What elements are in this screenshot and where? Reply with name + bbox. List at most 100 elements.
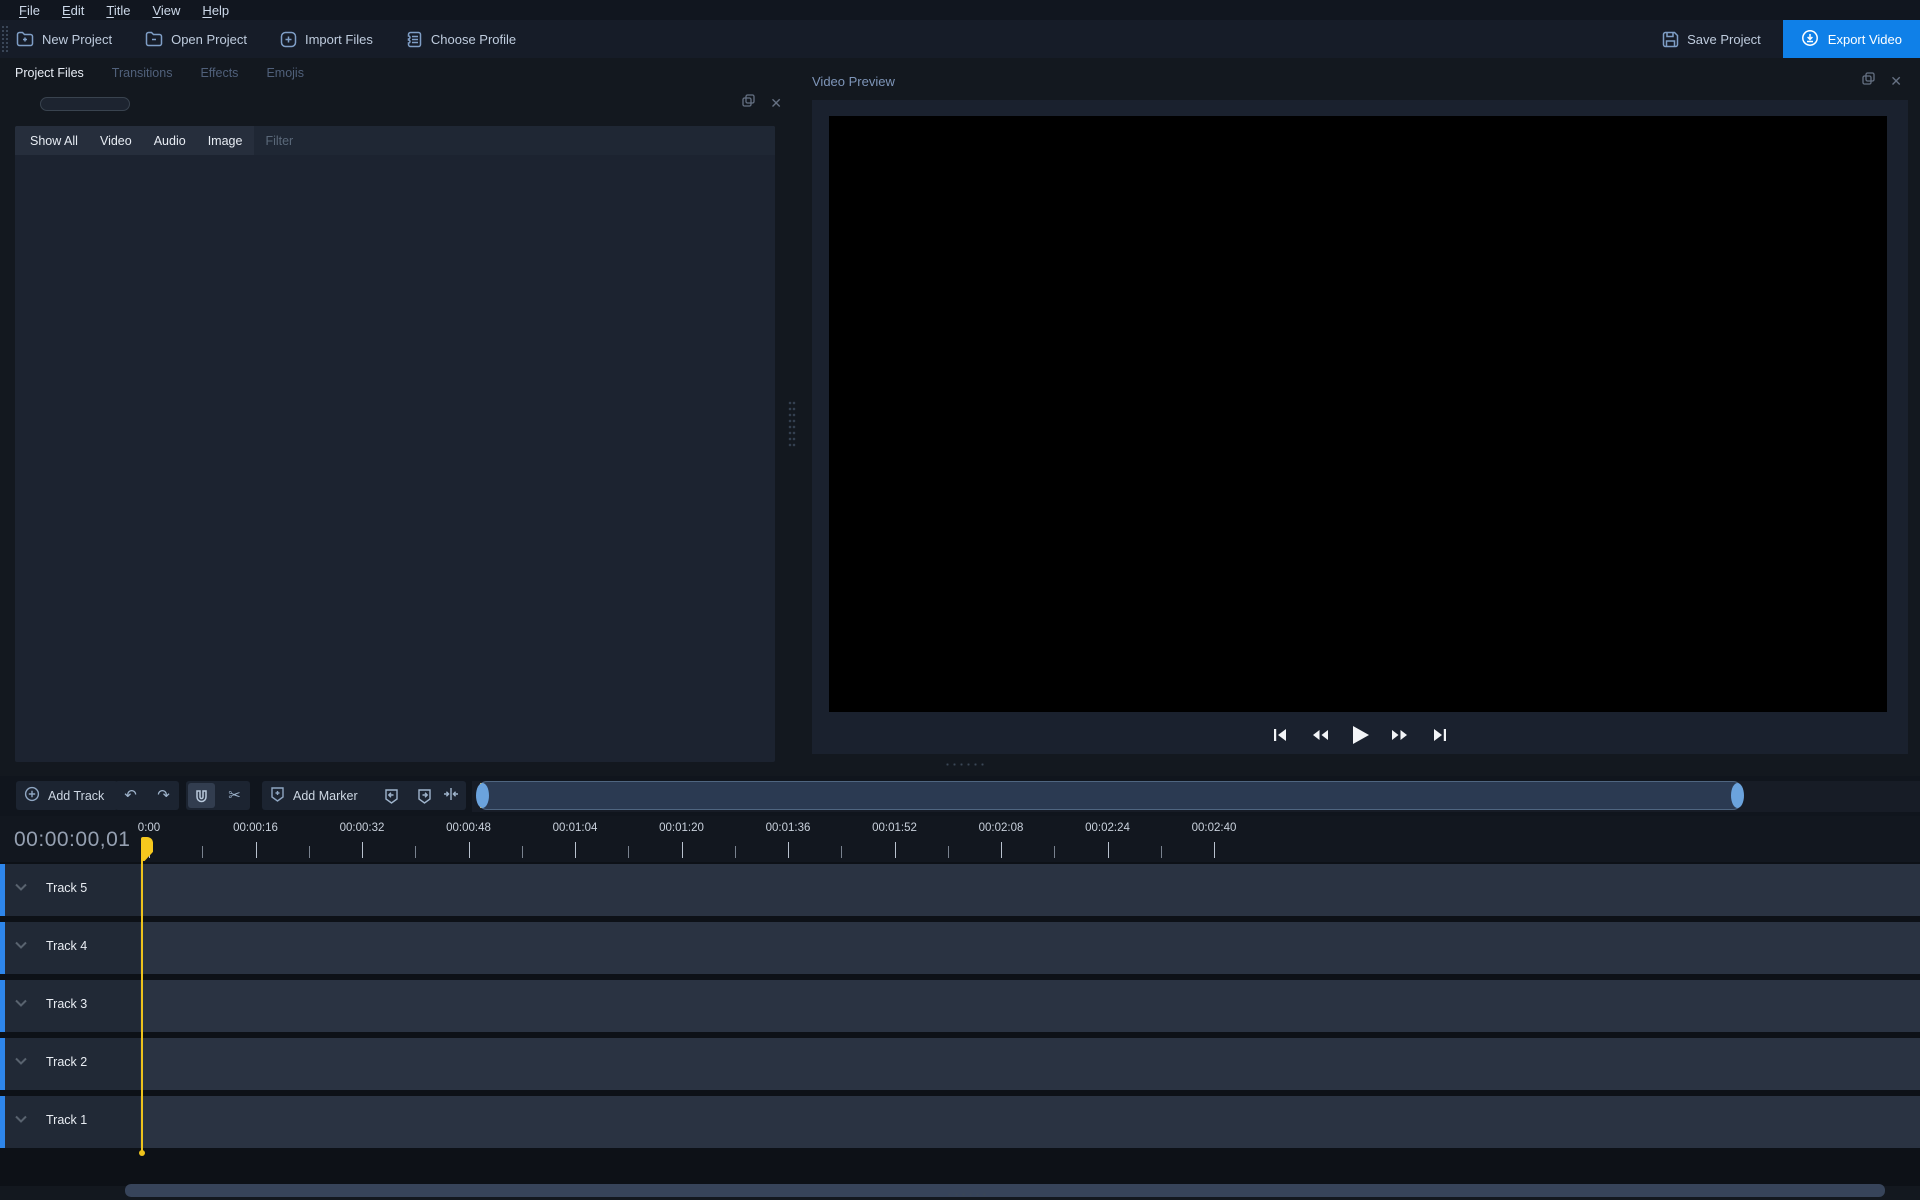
import-files-label: Import Files [305, 32, 373, 47]
ruler-tick-major [256, 842, 257, 858]
track-menu-chevron-icon[interactable] [14, 938, 28, 956]
tab-effects[interactable]: Effects [200, 66, 252, 80]
rewind-button[interactable] [1307, 722, 1333, 748]
ruler-label: 00:01:04 [553, 822, 598, 834]
fast-forward-button[interactable] [1387, 722, 1413, 748]
track-header: Track 4 [0, 922, 140, 974]
add-marker-label: Add Marker [293, 789, 358, 803]
track-menu-chevron-icon[interactable] [14, 996, 28, 1014]
ruler-label: 00:02:24 [1085, 822, 1130, 834]
menu-view[interactable]: View [141, 3, 191, 18]
redo-icon[interactable]: ↷ [150, 783, 177, 808]
menu-file[interactable]: File [8, 3, 51, 18]
track-header: Track 3 [0, 980, 140, 1032]
zoom-slider-left-handle[interactable] [476, 783, 489, 808]
track-row: Track 5 [0, 864, 1920, 916]
tab-emojis[interactable]: Emojis [266, 66, 318, 80]
dock-handle-pill [40, 97, 130, 111]
menu-title[interactable]: Title [95, 3, 141, 18]
video-preview-dock: Video Preview ✕ [800, 60, 1920, 760]
menu-edit[interactable]: Edit [51, 3, 95, 18]
track-menu-chevron-icon[interactable] [14, 880, 28, 898]
ruler-tick-major [1108, 842, 1109, 858]
open-project-label: Open Project [171, 32, 247, 47]
ruler-tick-minor [309, 846, 310, 858]
ruler-tick-minor [735, 846, 736, 858]
filter-video-button[interactable]: Video [100, 134, 132, 148]
square-plus-icon [280, 31, 297, 48]
ruler-tick-major [1214, 842, 1215, 858]
track-clip-area[interactable] [140, 922, 1920, 974]
bottom-splitter-handle[interactable] [946, 1192, 988, 1197]
horizontal-splitter-handle[interactable] [944, 762, 986, 767]
timeline-ruler[interactable]: 0:0000:00:1600:00:3200:00:4800:01:0400:0… [0, 816, 1920, 862]
ruler-label: 00:00:48 [446, 822, 491, 834]
export-video-button[interactable]: Export Video [1783, 20, 1920, 58]
folder-open-icon [145, 31, 163, 47]
track-row: Track 1 [0, 1096, 1920, 1148]
tab-project-files[interactable]: Project Files [15, 66, 98, 80]
save-project-button[interactable]: Save Project [1662, 31, 1761, 48]
track-label: Track 3 [46, 997, 87, 1011]
add-track-button[interactable]: Add Track [16, 781, 118, 810]
export-download-icon [1801, 29, 1819, 50]
filter-audio-button[interactable]: Audio [154, 134, 186, 148]
razor-tool-icon[interactable]: ✂ [221, 783, 248, 808]
ruler-tick-major [1001, 842, 1002, 858]
ruler-label: 0:00 [138, 822, 160, 834]
filter-show-all-button[interactable]: Show All [30, 134, 78, 148]
open-project-button[interactable]: Open Project [145, 31, 247, 47]
track-row: Track 3 [0, 980, 1920, 1032]
toolbar-drag-handle-icon[interactable] [1, 25, 10, 53]
new-project-button[interactable]: New Project [16, 31, 112, 47]
timeline-ruler-strip: 00:00:00,01 0:0000:00:1600:00:3200:00:48… [0, 816, 1920, 862]
jump-to-end-button[interactable] [1427, 722, 1453, 748]
menu-bar: FileEditTitleViewHelp [0, 0, 1920, 20]
track-label: Track 2 [46, 1055, 87, 1069]
timeline-tracks-area: Track 5 Track 4 Track 3 Track 2 Track 1 [0, 862, 1920, 1186]
play-button[interactable] [1347, 722, 1373, 748]
snap-razor-group: ✂ [186, 781, 250, 810]
ruler-label: 00:01:36 [766, 822, 811, 834]
zoom-slider-right-handle[interactable] [1731, 783, 1744, 808]
app-window: FileEditTitleViewHelp New Project Open P… [0, 0, 1920, 1200]
timeline-horizontal-scrollbar[interactable] [125, 1184, 1885, 1197]
undo-icon[interactable]: ↶ [117, 783, 144, 808]
filter-input[interactable]: Filter [254, 126, 775, 155]
ruler-tick-minor [202, 846, 203, 858]
track-color-bar [0, 922, 5, 974]
close-panel-icon[interactable]: ✕ [770, 96, 782, 110]
track-menu-chevron-icon[interactable] [14, 1112, 28, 1130]
track-clip-area[interactable] [140, 1096, 1920, 1148]
close-panel-icon[interactable]: ✕ [1890, 74, 1902, 88]
track-clip-area[interactable] [140, 980, 1920, 1032]
save-project-label: Save Project [1687, 32, 1761, 47]
snapping-magnet-icon[interactable] [188, 783, 215, 808]
track-header: Track 1 [0, 1096, 140, 1148]
center-playhead-button[interactable] [436, 781, 466, 810]
track-menu-chevron-icon[interactable] [14, 1054, 28, 1072]
add-circle-icon [24, 786, 40, 805]
ruler-tick-major [682, 842, 683, 858]
jump-to-start-button[interactable] [1267, 722, 1293, 748]
float-panel-icon[interactable] [1862, 72, 1875, 90]
choose-profile-label: Choose Profile [431, 32, 516, 47]
zoom-slider-range[interactable] [478, 781, 1742, 810]
choose-profile-button[interactable]: Choose Profile [406, 31, 516, 48]
timeline-zoom-slider[interactable] [472, 781, 1920, 812]
filter-image-button[interactable]: Image [208, 134, 243, 148]
float-panel-icon[interactable] [742, 94, 755, 112]
vertical-splitter-handle[interactable] [788, 400, 796, 448]
export-video-label: Export Video [1828, 32, 1902, 47]
track-clip-area[interactable] [140, 864, 1920, 916]
track-color-bar [0, 1096, 5, 1148]
ruler-tick-major [788, 842, 789, 858]
menu-help[interactable]: Help [191, 3, 240, 18]
new-project-label: New Project [42, 32, 112, 47]
next-marker-icon[interactable] [411, 783, 438, 808]
track-clip-area[interactable] [140, 1038, 1920, 1090]
ruler-label: 00:02:08 [979, 822, 1024, 834]
previous-marker-icon[interactable] [378, 783, 405, 808]
tab-transitions[interactable]: Transitions [112, 66, 187, 80]
import-files-button[interactable]: Import Files [280, 31, 373, 48]
